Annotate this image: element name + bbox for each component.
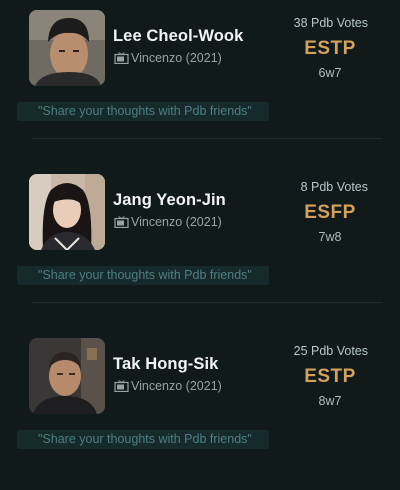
divider <box>32 138 382 139</box>
mbti-type[interactable]: ESTP <box>285 366 375 388</box>
show-label[interactable]: Vincenzo (2021) <box>114 215 222 229</box>
tv-icon <box>114 216 129 228</box>
character-name[interactable]: Jang Yeon-Jin <box>113 191 226 210</box>
profile-card[interactable]: Tak Hong-Sik Vincenzo (2021) 25 Pdb Vote… <box>0 326 400 490</box>
show-label[interactable]: Vincenzo (2021) <box>114 51 222 65</box>
avatar[interactable] <box>29 10 105 86</box>
comment-input[interactable]: "Share your thoughts with Pdb friends" <box>17 430 269 449</box>
avatar[interactable] <box>29 338 105 414</box>
show-title: Vincenzo (2021) <box>131 379 222 393</box>
vote-count[interactable]: 38 Pdb Votes <box>294 16 368 30</box>
comment-input[interactable]: "Share your thoughts with Pdb friends" <box>17 102 269 121</box>
show-label[interactable]: Vincenzo (2021) <box>114 379 222 393</box>
enneagram-type[interactable]: 6w7 <box>285 66 375 80</box>
show-title: Vincenzo (2021) <box>131 215 222 229</box>
avatar[interactable] <box>29 174 105 250</box>
vote-count[interactable]: 8 Pdb Votes <box>301 180 368 194</box>
character-name[interactable]: Lee Cheol-Wook <box>113 27 243 46</box>
profile-list: Lee Cheol-Wook Vincenzo (2021) 38 Pdb Vo… <box>0 0 400 458</box>
enneagram-type[interactable]: 7w8 <box>285 230 375 244</box>
profile-card[interactable]: Lee Cheol-Wook Vincenzo (2021) 38 Pdb Vo… <box>0 0 400 162</box>
comment-input[interactable]: "Share your thoughts with Pdb friends" <box>17 266 269 285</box>
character-name[interactable]: Tak Hong-Sik <box>113 355 218 374</box>
tv-icon <box>114 52 129 64</box>
enneagram-type[interactable]: 8w7 <box>285 394 375 408</box>
tv-icon <box>114 380 129 392</box>
vote-count[interactable]: 25 Pdb Votes <box>294 344 368 358</box>
show-title: Vincenzo (2021) <box>131 51 222 65</box>
mbti-type[interactable]: ESTP <box>285 38 375 60</box>
divider <box>32 302 382 303</box>
mbti-type[interactable]: ESFP <box>285 202 375 224</box>
profile-card[interactable]: Jang Yeon-Jin Vincenzo (2021) 8 Pdb Vote… <box>0 162 400 326</box>
